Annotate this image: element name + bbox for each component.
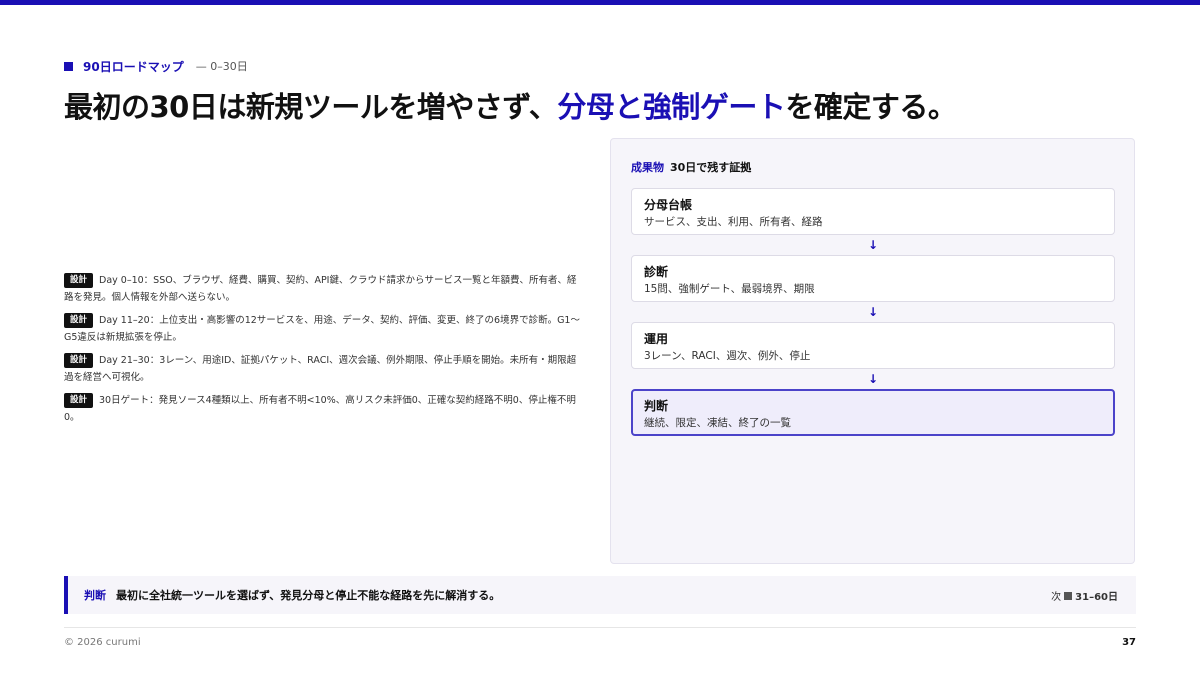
square-bullet-icon — [64, 61, 73, 71]
square-bullet-icon — [1064, 591, 1073, 600]
next-label: 次 — [1051, 591, 1062, 603]
plan-item-list: 設計 Day 0–10：SSO、ブラウザ、経費、購買、契約、API鍵、クラウド請求… — [64, 272, 584, 432]
plan-item-text: Day 11–20：上位支出・高影響の12サービスを、用途、データ、契約、評価、… — [64, 315, 580, 343]
design-tag: 設計 — [64, 353, 94, 368]
step-title: 判断 — [644, 399, 669, 413]
next-range: 31–60日 — [1075, 591, 1118, 603]
step-card-decision: 判断 継続、限定、凍結、終了の一覧 — [631, 389, 1115, 436]
title-highlight: 分母と強制ゲート — [557, 90, 786, 124]
panel-title-text: 30日で残す証拠 — [670, 161, 752, 174]
section-eyebrow: 90日ロードマップ — 0–30日 — [64, 59, 248, 74]
step-title: 分母台帳 — [644, 198, 693, 212]
deliverables-panel: 成果物 30日で残す証拠 分母台帳 サービス、支出、利用、所有者、経路 ↓ 診断 … — [610, 138, 1135, 564]
section-range: — 0–30日 — [195, 60, 248, 73]
step-card-operation: 運用 3レーン、RACI、週次、例外、停止 — [631, 322, 1115, 369]
plan-item: 設計 Day 21–30：3レーン、用途ID、証拠パケット、RACI、週次会議、例… — [64, 352, 584, 386]
step-card-diagnosis: 診断 15問、強制ゲート、最弱境界、期限 — [631, 255, 1115, 302]
deliverable-steps: 分母台帳 サービス、支出、利用、所有者、経路 ↓ 診断 15問、強制ゲート、最弱… — [631, 188, 1115, 436]
verdict-text: 最初に全社統一ツールを選ばず、発見分母と停止不能な経路を先に解消する。 — [116, 589, 501, 602]
arrow-down-icon: ↓ — [867, 305, 879, 319]
next-section-link[interactable]: 次 31–60日 — [1051, 588, 1118, 603]
footer-divider — [64, 627, 1136, 628]
step-title: 診断 — [644, 265, 669, 279]
design-tag: 設計 — [64, 273, 94, 288]
step-card-ledger: 分母台帳 サービス、支出、利用、所有者、経路 — [631, 188, 1115, 235]
step-title: 運用 — [644, 332, 669, 346]
plan-item: 設計 Day 0–10：SSO、ブラウザ、経費、購買、契約、API鍵、クラウド請求… — [64, 272, 584, 306]
step-desc: 3レーン、RACI、週次、例外、停止 — [644, 350, 811, 362]
plan-item-text: Day 21–30：3レーン、用途ID、証拠パケット、RACI、週次会議、例外期… — [64, 355, 577, 383]
page-title: 最初の30日は新規ツールを増やさず、分母と強制ゲートを確定する。 — [64, 84, 957, 126]
design-tag: 設計 — [64, 313, 94, 328]
title-after: を確定する。 — [785, 90, 957, 124]
verdict-bar: 判断 最初に全社統一ツールを選ばず、発見分母と停止不能な経路を先に解消する。 次… — [64, 576, 1136, 614]
copyright: © 2026 curumi — [64, 637, 141, 648]
arrow-down-icon: ↓ — [867, 238, 879, 252]
plan-item-text: Day 0–10：SSO、ブラウザ、経費、購買、契約、API鍵、クラウド請求から… — [64, 275, 577, 303]
page-number: 37 — [1122, 637, 1136, 648]
panel-title: 成果物 30日で残す証拠 — [631, 159, 751, 175]
plan-item: 設計 30日ゲート：発見ソース4種類以上、所有者不明<10%、高リスク未評価0、正… — [64, 392, 584, 426]
section-label: 90日ロードマップ — [83, 59, 184, 74]
plan-item: 設計 Day 11–20：上位支出・高影響の12サービスを、用途、データ、契約、評… — [64, 312, 584, 346]
panel-title-accent: 成果物 — [631, 161, 664, 174]
plan-item-text: 30日ゲート：発見ソース4種類以上、所有者不明<10%、高リスク未評価0、正確な… — [64, 395, 576, 423]
design-tag: 設計 — [64, 393, 94, 408]
arrow-down-icon: ↓ — [867, 372, 879, 386]
verdict-label: 判断 — [84, 589, 106, 602]
step-desc: サービス、支出、利用、所有者、経路 — [644, 216, 823, 228]
title-before: 最初の30日は新規ツールを増やさず、 — [64, 90, 558, 124]
step-desc: 継続、限定、凍結、終了の一覧 — [644, 417, 791, 429]
top-accent-bar — [0, 0, 1200, 5]
step-desc: 15問、強制ゲート、最弱境界、期限 — [644, 283, 815, 295]
